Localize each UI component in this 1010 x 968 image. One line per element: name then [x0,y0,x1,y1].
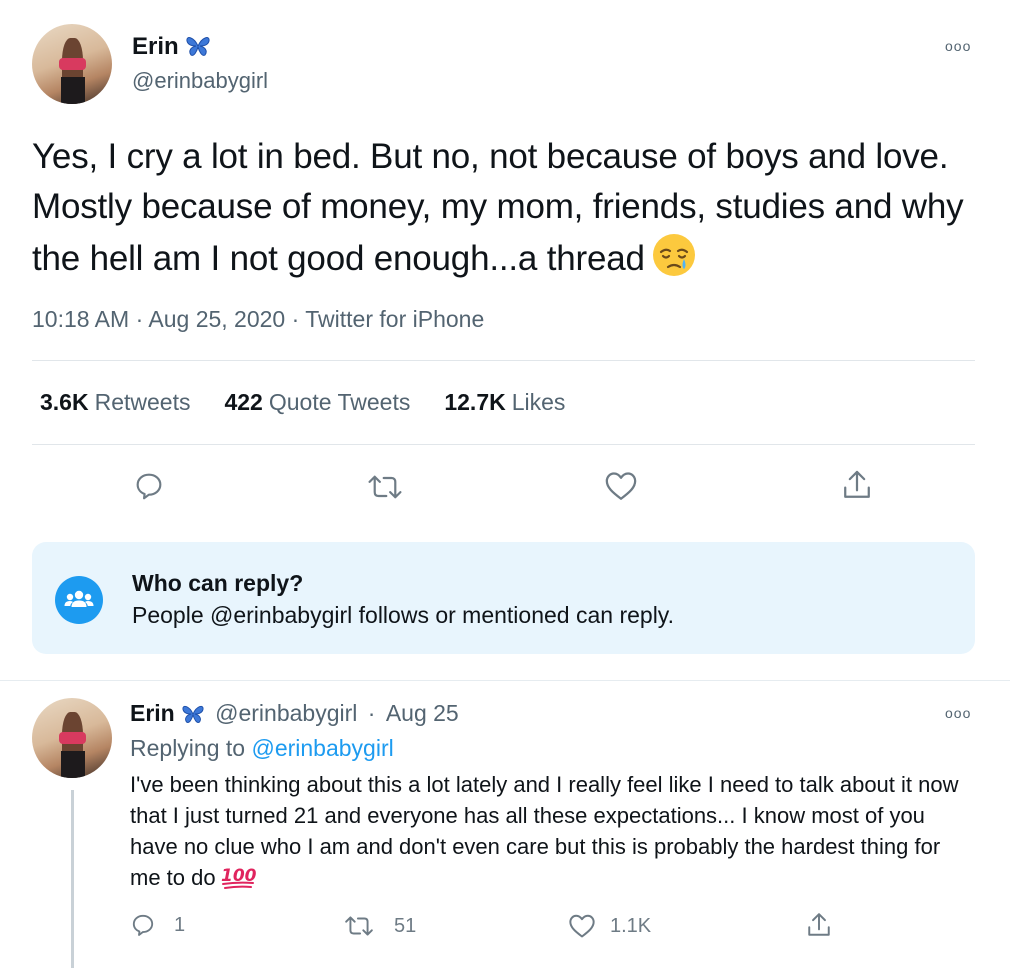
quote-tweets-stat[interactable]: 422 Quote Tweets [224,389,410,416]
replying-to: Replying to @erinbabygirl [130,735,394,762]
avatar[interactable] [32,24,112,104]
quote-tweets-label: Quote Tweets [268,389,411,415]
heart-icon [605,472,637,500]
thread-connector-line [71,790,74,968]
divider [32,444,975,445]
replying-to-prefix: Replying to [130,735,246,761]
like-button[interactable] [604,470,638,502]
crying-face-emoji-icon [651,232,697,292]
author-handle[interactable]: @erinbabygirl [132,68,268,94]
like-count: 1.1K [610,914,652,937]
reply-count: 1 [174,913,186,936]
reply-header: Erin @erinbabygirl · Aug 25 [130,700,459,730]
replying-to-handle[interactable]: @erinbabygirl [251,735,393,761]
likes-count: 12.7K [444,389,506,415]
reply-author-name[interactable]: Erin [130,700,175,726]
retweets-label: Retweets [94,389,191,415]
retweet-icon [345,916,373,936]
more-options-icon[interactable]: ooo [945,38,971,54]
butterfly-icon [181,703,205,730]
divider [32,360,975,361]
reply-button[interactable] [133,470,165,502]
tweet-source[interactable]: Twitter for iPhone [305,306,484,332]
tweet-text-content: Yes, I cry a lot in bed. But no, not bec… [32,137,964,278]
butterfly-icon [185,35,211,64]
author-name[interactable]: Erin [132,33,211,64]
heart-icon [569,914,595,938]
tweet-text: Yes, I cry a lot in bed. But no, not bec… [32,132,982,292]
reply-more-options-icon[interactable]: ooo [945,705,971,721]
share-icon [844,470,870,498]
tweet-time[interactable]: 10:18 AM [32,306,129,332]
tweet-date[interactable]: Aug 25, 2020 [148,306,285,332]
reply-reply-button[interactable]: 1 [130,912,185,938]
retweet-icon [368,475,402,499]
meta-separator: · [135,306,144,332]
author-name-text[interactable]: Erin [132,33,179,60]
people-icon [55,576,103,624]
reply-share-button[interactable] [806,910,832,940]
retweet-count: 51 [394,914,417,937]
likes-stat[interactable]: 12.7K Likes [444,389,565,416]
tweet-stats: 3.6K Retweets 422 Quote Tweets 12.7K Likes [40,389,565,416]
reply-icon [132,914,154,936]
divider [0,680,1010,681]
reply-settings-notice: Who can reply? People @erinbabygirl foll… [32,542,975,654]
reply-separator: · [367,700,376,726]
retweets-count: 3.6K [40,389,89,415]
likes-label: Likes [511,389,566,415]
meta-separator: · [291,306,300,332]
reply-settings-title: Who can reply? [132,570,304,596]
quote-tweets-count: 422 [224,389,263,415]
reply-retweet-button[interactable]: 51 [344,913,416,939]
reply-like-button[interactable]: 1.1K [568,913,651,939]
retweet-button[interactable] [367,471,403,503]
tweet-meta: 10:18 AM · Aug 25, 2020 · Twitter for iP… [32,306,484,333]
share-button[interactable] [841,468,873,502]
reply-date[interactable]: Aug 25 [386,700,459,726]
share-icon [808,913,830,936]
reply-author-handle[interactable]: @erinbabygirl [215,700,357,726]
hundred-points-emoji-icon: 100 [220,865,256,897]
reply-settings-subtitle: People @erinbabygirl follows or mentione… [132,602,674,628]
retweets-stat[interactable]: 3.6K Retweets [40,389,190,416]
reply-text: I've been thinking about this a lot late… [130,769,970,897]
reply-icon [136,473,162,500]
reply-avatar[interactable] [32,698,112,778]
